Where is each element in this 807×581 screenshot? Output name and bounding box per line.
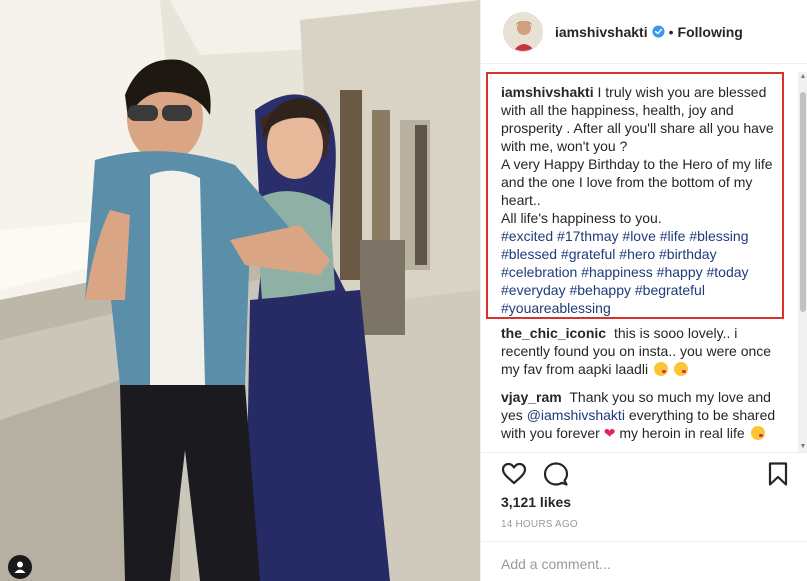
comments-list[interactable]: iamshivshakti I truly wish you are bless… xyxy=(481,72,799,452)
caption-highlight-box xyxy=(486,72,784,319)
post-side-panel: iamshivshakti • Following iamshivshakti … xyxy=(480,0,807,581)
comment-username[interactable]: the_chic_iconic xyxy=(501,325,606,341)
scroll-down-icon[interactable]: ▼ xyxy=(799,443,807,451)
comment-item: vjay_ram Thank you so much my love and y… xyxy=(481,388,799,442)
kiss-emoji-icon xyxy=(653,362,668,376)
comment-text: my heroin in real life xyxy=(619,425,745,441)
separator-dot: • xyxy=(668,23,674,40)
kiss-emoji-icon xyxy=(673,362,688,376)
action-bar xyxy=(481,452,807,492)
post-photo[interactable] xyxy=(0,0,480,581)
add-comment-bar xyxy=(481,541,807,581)
smile-emoji-icon xyxy=(750,426,765,440)
scroll-up-icon[interactable]: ▲ xyxy=(799,73,807,81)
comment-bubble-icon[interactable] xyxy=(543,461,569,487)
caption: iamshivshakti I truly wish you are bless… xyxy=(481,72,799,322)
post-header: iamshivshakti • Following xyxy=(481,0,807,64)
header-username[interactable]: iamshivshakti xyxy=(555,24,648,40)
verified-badge-icon xyxy=(652,25,665,38)
comment-username[interactable]: vjay_ram xyxy=(501,389,562,405)
scrollbar-thumb[interactable] xyxy=(800,92,806,312)
comment-item: the_chic_iconic this is sooo lovely.. i … xyxy=(481,324,799,378)
following-button[interactable]: Following xyxy=(678,24,743,40)
user-tag-icon[interactable] xyxy=(8,555,32,579)
add-comment-input[interactable] xyxy=(501,556,791,572)
photo-illustration xyxy=(0,0,480,581)
post-timestamp[interactable]: 14 HOURS AGO xyxy=(501,519,578,530)
heart-icon[interactable] xyxy=(501,461,527,487)
comment-mention[interactable]: @iamshivshakti xyxy=(527,407,625,423)
likes-count[interactable]: 3,121 likes xyxy=(501,494,571,510)
avatar[interactable] xyxy=(503,11,543,52)
comments-scrollbar[interactable]: ▲ ▼ xyxy=(798,72,807,452)
bookmark-icon[interactable] xyxy=(767,461,789,487)
red-heart-icon: ❤ xyxy=(603,425,616,441)
